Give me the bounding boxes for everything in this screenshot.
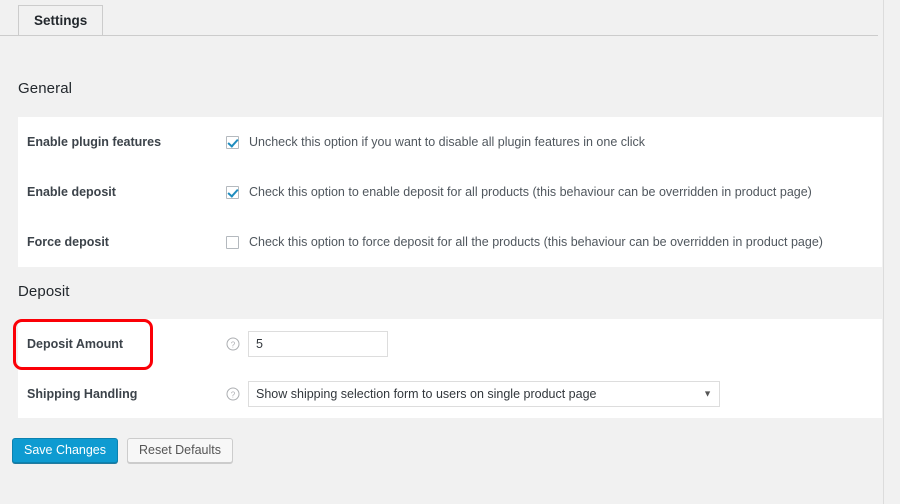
help-circle-icon[interactable]: ? — [226, 387, 240, 401]
checkbox-enable-plugin-features[interactable] — [226, 135, 239, 149]
form-actions: Save Changes Reset Defaults — [12, 438, 233, 463]
row-shipping-handling: Shipping Handling ? Show shipping select… — [18, 369, 882, 419]
shipping-handling-select-value: Show shipping selection form to users on… — [248, 381, 720, 407]
tab-bar: Settings — [0, 0, 884, 36]
panel-deposit: Deposit Amount ? Shipping Handling ? — [18, 319, 882, 418]
tab-settings[interactable]: Settings — [18, 5, 104, 35]
label-force-deposit: Force deposit — [27, 235, 109, 249]
checkbox-enable-deposit[interactable] — [226, 185, 239, 199]
row-deposit-amount: Deposit Amount ? — [18, 319, 882, 369]
row-enable-deposit: Enable deposit Check this option to enab… — [18, 167, 882, 217]
checkbox-label-enable-deposit: Check this option to enable deposit for … — [249, 185, 812, 199]
section-heading-deposit: Deposit — [18, 283, 70, 300]
field-deposit-amount: ? — [226, 331, 882, 357]
panel-general: Enable plugin features Uncheck this opti… — [18, 117, 882, 267]
page-gutter — [885, 0, 900, 504]
save-changes-button[interactable]: Save Changes — [12, 438, 119, 463]
field-enable-plugin-features: Uncheck this option if you want to disab… — [226, 135, 882, 149]
checkbox-force-deposit[interactable] — [226, 235, 239, 249]
field-shipping-handling: ? Show shipping selection form to users … — [226, 381, 882, 407]
section-heading-general: General — [18, 80, 73, 97]
settings-page: Settings General Enable plugin features … — [0, 0, 884, 504]
field-force-deposit: Check this option to force deposit for a… — [226, 235, 882, 249]
checkbox-label-force-deposit: Check this option to force deposit for a… — [249, 235, 823, 249]
deposit-amount-input[interactable] — [248, 331, 388, 357]
shipping-handling-select[interactable]: Show shipping selection form to users on… — [248, 381, 720, 407]
reset-defaults-button[interactable]: Reset Defaults — [127, 438, 233, 463]
tab-bar-divider — [0, 35, 878, 36]
row-force-deposit: Force deposit Check this option to force… — [18, 217, 882, 267]
checkbox-label-enable-plugin-features: Uncheck this option if you want to disab… — [249, 135, 646, 149]
field-enable-deposit: Check this option to enable deposit for … — [226, 185, 882, 199]
svg-text:?: ? — [231, 390, 236, 399]
label-deposit-amount: Deposit Amount — [27, 337, 124, 351]
svg-text:?: ? — [231, 340, 236, 349]
chevron-down-icon: ▼ — [703, 388, 712, 399]
tab-settings-label: Settings — [34, 12, 88, 28]
row-enable-plugin-features: Enable plugin features Uncheck this opti… — [18, 117, 882, 167]
label-shipping-handling: Shipping Handling — [27, 387, 138, 401]
label-enable-deposit: Enable deposit — [27, 185, 116, 199]
help-circle-icon[interactable]: ? — [226, 337, 240, 351]
label-enable-plugin-features: Enable plugin features — [27, 135, 162, 149]
